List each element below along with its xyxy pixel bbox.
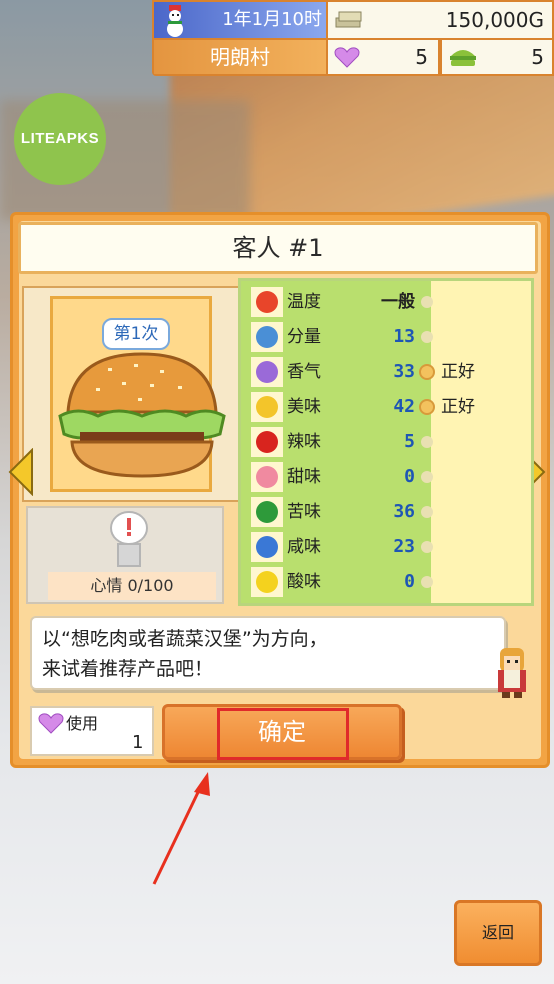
dot-marker-icon bbox=[421, 471, 433, 483]
tutorial-pointer-arrow-icon bbox=[152, 772, 210, 885]
assistant-girl-icon bbox=[498, 648, 526, 698]
customer-silhouette-icon bbox=[110, 511, 148, 567]
stat-row: 分量 13 bbox=[245, 320, 533, 354]
previous-arrow-icon[interactable] bbox=[6, 448, 36, 496]
coin-marker-icon bbox=[419, 364, 435, 380]
date-text: 1年1月10时 bbox=[222, 9, 322, 30]
aroma-icon bbox=[251, 357, 283, 387]
stat-row: 苦味 36 bbox=[245, 495, 533, 529]
stat-evaluation: 正好 bbox=[441, 362, 475, 382]
stat-value: 一般 bbox=[381, 292, 415, 312]
hearts-display: 5 bbox=[328, 40, 438, 74]
stat-row: 辣味 5 bbox=[245, 425, 533, 459]
status-hud: 1年1月10时 150,000G 明朗村 5 5 bbox=[152, 0, 554, 76]
stat-row: 咸味 23 bbox=[245, 530, 533, 564]
customer-title: 客人 #1 bbox=[18, 222, 538, 274]
use-count: 1 bbox=[132, 732, 144, 753]
stat-name: 辣味 bbox=[287, 432, 321, 452]
lemon-icon bbox=[251, 567, 283, 597]
stat-row: 甜味 0 bbox=[245, 460, 533, 494]
stat-name: 酸味 bbox=[287, 572, 321, 592]
dot-marker-icon bbox=[421, 296, 433, 308]
visit-count-badge: 第1次 bbox=[102, 318, 170, 350]
use-label: 使用 bbox=[66, 714, 99, 733]
stat-name: 咸味 bbox=[287, 537, 321, 557]
stat-row: 酸味 0 bbox=[245, 565, 533, 599]
dot-marker-icon bbox=[421, 506, 433, 518]
stats-table: 温度 一般 分量 13 香气 33 正好 美味 42 正好 辣味 5 甜味 0 苦味 36 咸味 23 酸味 0 bbox=[238, 278, 534, 606]
burgers-display: 5 bbox=[442, 40, 552, 74]
dot-marker-icon bbox=[421, 331, 433, 343]
chili-icon bbox=[251, 427, 283, 457]
confirm-button[interactable]: 确定 bbox=[162, 704, 402, 760]
stat-evaluation: 正好 bbox=[441, 397, 475, 417]
watermark-logo: LITEAPKS bbox=[14, 93, 106, 185]
dot-marker-icon bbox=[421, 541, 433, 553]
stat-name: 分量 bbox=[287, 327, 321, 347]
stat-value: 23 bbox=[393, 536, 415, 557]
smile-icon bbox=[251, 392, 283, 422]
money-text: 150,000G bbox=[445, 8, 544, 32]
stat-value: 5 bbox=[404, 431, 415, 452]
mood-value: 心情 0/100 bbox=[48, 572, 216, 600]
burger-icon bbox=[450, 50, 476, 66]
stat-value: 0 bbox=[404, 466, 415, 487]
dot-marker-icon bbox=[421, 436, 433, 448]
salt-icon bbox=[251, 532, 283, 562]
stat-value: 42 bbox=[393, 396, 415, 417]
burgers-count: 5 bbox=[531, 45, 544, 69]
stat-value: 36 bbox=[393, 501, 415, 522]
heart-icon bbox=[38, 713, 64, 734]
burger-image bbox=[58, 352, 226, 478]
date-display: 1年1月10时 bbox=[154, 2, 326, 38]
stat-value: 33 bbox=[393, 361, 415, 382]
stat-name: 温度 bbox=[287, 292, 321, 312]
stat-name: 香气 bbox=[287, 362, 321, 382]
stat-value: 0 bbox=[404, 571, 415, 592]
hearts-count: 5 bbox=[415, 45, 428, 69]
heart-icon bbox=[334, 47, 360, 68]
stat-row: 温度 一般 bbox=[245, 285, 533, 319]
snowman-icon bbox=[167, 5, 183, 37]
melon-icon bbox=[251, 497, 283, 527]
cake-icon bbox=[251, 462, 283, 492]
stat-name: 美味 bbox=[287, 397, 321, 417]
money-stack-icon bbox=[335, 11, 362, 28]
dot-marker-icon bbox=[421, 576, 433, 588]
fire-icon bbox=[251, 287, 283, 317]
back-button[interactable]: 返回 bbox=[454, 900, 542, 966]
stat-name: 甜味 bbox=[287, 467, 321, 487]
scale-icon bbox=[251, 322, 283, 352]
money-display: 150,000G bbox=[328, 2, 552, 38]
stat-name: 苦味 bbox=[287, 502, 321, 522]
village-name: 明朗村 bbox=[154, 40, 326, 74]
stat-row: 美味 42 正好 bbox=[245, 390, 533, 424]
stat-value: 13 bbox=[393, 326, 415, 347]
hint-message: 以“想吃肉或者蔬菜汉堡”为方向， 来试着推荐产品吧！ bbox=[30, 616, 506, 690]
coin-marker-icon bbox=[419, 399, 435, 415]
stat-row: 香气 33 正好 bbox=[245, 355, 533, 389]
